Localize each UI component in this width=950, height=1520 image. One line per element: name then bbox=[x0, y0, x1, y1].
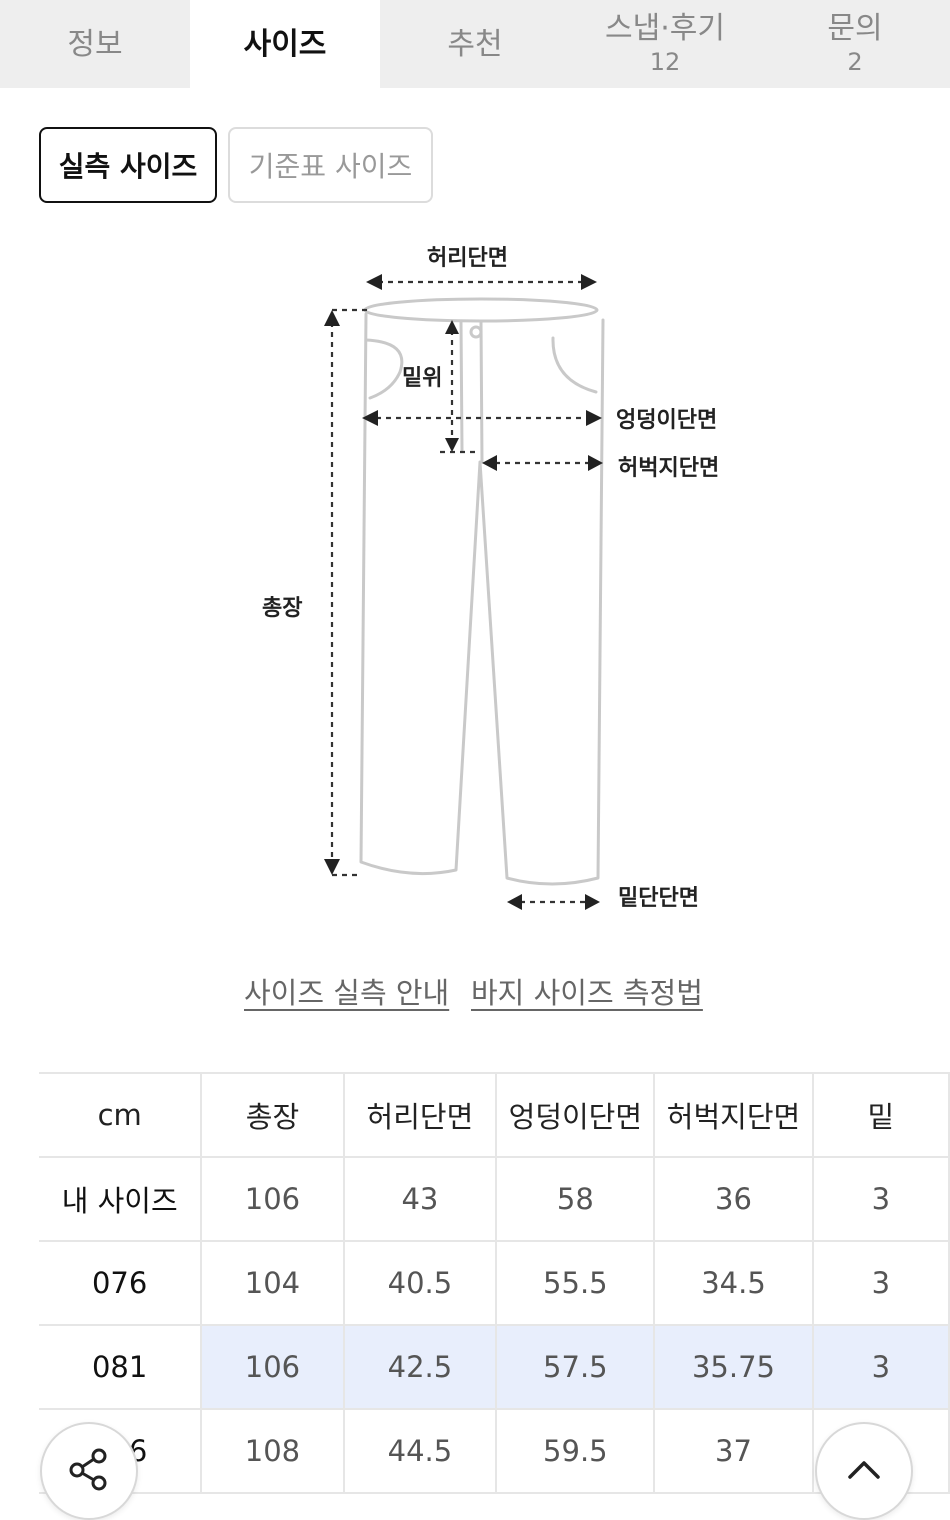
tab-bar: 정보 사이즈 추천 스냅·후기 12 문의 2 bbox=[0, 0, 950, 88]
table-cell: 108 bbox=[201, 1409, 345, 1494]
share-icon bbox=[65, 1445, 113, 1497]
thigh-label: 허벅지단면 bbox=[618, 456, 720, 481]
row-label: 076 bbox=[39, 1241, 203, 1326]
table-cell: 35.75 bbox=[654, 1325, 814, 1410]
header-hem: 밑 bbox=[812, 1072, 950, 1158]
tab-recommend-label: 추천 bbox=[447, 26, 503, 62]
tab-inquiry-count: 2 bbox=[847, 48, 863, 77]
waist-label: 허리단면 bbox=[427, 246, 508, 271]
header-hip: 엉덩이단면 bbox=[496, 1072, 656, 1158]
table-cell: 37 bbox=[654, 1409, 814, 1494]
tab-info[interactable]: 정보 bbox=[0, 0, 190, 88]
table-cell: 3 bbox=[812, 1241, 950, 1326]
hip-label: 엉덩이단면 bbox=[616, 408, 718, 433]
table-cell: 34.5 bbox=[654, 1241, 814, 1326]
size-guide-link[interactable]: 사이즈 실측 안내 bbox=[244, 970, 449, 1012]
tab-snap-review-count: 12 bbox=[649, 48, 681, 77]
tab-size[interactable]: 사이즈 bbox=[190, 0, 380, 88]
scroll-top-button[interactable] bbox=[815, 1422, 913, 1520]
total-length-label: 총장 bbox=[262, 596, 303, 621]
table-cell: 104 bbox=[201, 1241, 345, 1326]
pants-measurement-diagram: 허리단면 밑위 엉덩이단면 허벅지단면 총장 밑단단면 bbox=[0, 230, 950, 930]
tab-inquiry-label: 문의 bbox=[827, 11, 883, 47]
actual-size-button[interactable]: 실측 사이즈 bbox=[39, 127, 217, 203]
header-waist: 허리단면 bbox=[343, 1072, 498, 1158]
table-cell: 3 bbox=[812, 1157, 950, 1242]
header-thigh: 허벅지단면 bbox=[654, 1072, 814, 1158]
table-cell: 55.5 bbox=[496, 1241, 656, 1326]
rise-label: 밑위 bbox=[402, 366, 443, 391]
table-cell: 59.5 bbox=[496, 1409, 656, 1494]
tab-snap-review[interactable]: 스냅·후기 12 bbox=[570, 0, 760, 88]
standard-size-button[interactable]: 기준표 사이즈 bbox=[228, 127, 433, 203]
table-cell: 42.5 bbox=[343, 1325, 498, 1410]
share-button[interactable] bbox=[40, 1422, 138, 1520]
hem-label: 밑단단면 bbox=[618, 886, 699, 911]
pants-illustration bbox=[324, 274, 605, 910]
header-total-length: 총장 bbox=[201, 1072, 345, 1158]
table-cell: 43 bbox=[343, 1157, 498, 1242]
row-label: 081 bbox=[39, 1325, 203, 1410]
tab-info-label: 정보 bbox=[67, 26, 123, 62]
table-cell: 3 bbox=[812, 1325, 950, 1410]
table-cell: 58 bbox=[496, 1157, 656, 1242]
row-label: 내 사이즈 bbox=[39, 1157, 203, 1242]
table-row-my-size: 내 사이즈 106 43 58 36 3 bbox=[39, 1157, 950, 1242]
tab-inquiry[interactable]: 문의 2 bbox=[760, 0, 950, 88]
measure-method-link[interactable]: 바지 사이즈 측정법 bbox=[471, 970, 703, 1012]
table-row-081-highlighted[interactable]: 081 106 42.5 57.5 35.75 3 bbox=[39, 1325, 950, 1410]
tab-snap-review-label: 스냅·후기 bbox=[605, 11, 725, 47]
table-cell: 57.5 bbox=[496, 1325, 656, 1410]
table-cell: 36 bbox=[654, 1157, 814, 1242]
unit-header: cm bbox=[39, 1072, 203, 1158]
table-cell: 40.5 bbox=[343, 1241, 498, 1326]
table-cell: 106 bbox=[201, 1325, 345, 1410]
table-header-row: cm 총장 허리단면 엉덩이단면 허벅지단면 밑 bbox=[39, 1072, 950, 1158]
tab-size-label: 사이즈 bbox=[243, 26, 327, 62]
table-row-076[interactable]: 076 104 40.5 55.5 34.5 3 bbox=[39, 1241, 950, 1326]
tab-recommend[interactable]: 추천 bbox=[380, 0, 570, 88]
table-cell: 44.5 bbox=[343, 1409, 498, 1494]
table-row-086[interactable]: 086 108 44.5 59.5 37 3 bbox=[39, 1409, 950, 1494]
chevron-up-icon bbox=[844, 1449, 884, 1493]
size-table: cm 총장 허리단면 엉덩이단면 허벅지단면 밑 내 사이즈 106 43 58… bbox=[39, 1072, 950, 1494]
table-cell: 106 bbox=[201, 1157, 345, 1242]
